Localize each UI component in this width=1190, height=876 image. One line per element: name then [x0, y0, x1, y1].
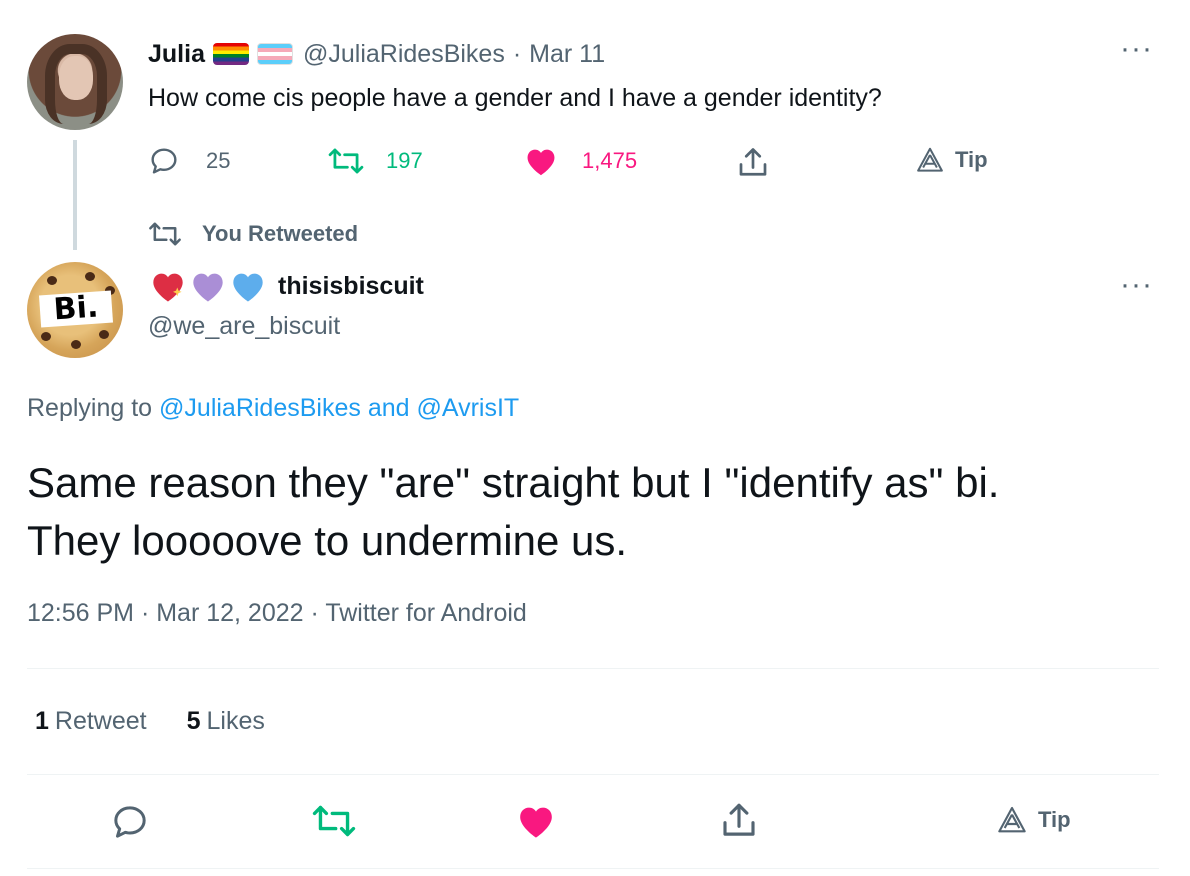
retweet-count: 197	[386, 148, 423, 173]
thread-line	[73, 140, 77, 250]
parent-author-name[interactable]: Julia	[148, 40, 205, 69]
rainbow-flag-icon	[212, 43, 249, 65]
like-button[interactable]	[516, 802, 556, 840]
retweet-icon	[149, 222, 181, 246]
share-button[interactable]	[718, 800, 760, 842]
parent-more-options-icon[interactable]: ···	[1120, 34, 1153, 64]
you-retweeted-indicator: You Retweeted	[148, 220, 358, 248]
share-icon	[739, 148, 767, 176]
retweet-button[interactable]	[312, 802, 356, 840]
retweets-stat[interactable]: 1 Retweet	[35, 707, 147, 736]
parent-retweet-button[interactable]: 197	[328, 145, 423, 177]
heart-icon	[520, 807, 552, 838]
reply-text-line: Same reason they "are" straight but I "i…	[27, 459, 1000, 506]
parent-reply-button[interactable]: 25	[148, 145, 230, 177]
replying-and: and	[360, 394, 417, 422]
parent-tip-button[interactable]: Tip	[915, 145, 988, 175]
cookie-chip	[47, 276, 57, 285]
avatar-face	[59, 56, 93, 100]
retweet-icon	[328, 148, 364, 174]
reply-more-options-icon[interactable]: ···	[1120, 270, 1153, 300]
reply-author-handle[interactable]: @we_are_biscuit	[148, 312, 340, 341]
parent-tweet-text: How come cis people have a gender and I …	[148, 84, 882, 112]
replying-prefix: Replying to	[27, 394, 160, 422]
tip-label: Tip	[955, 147, 988, 172]
divider	[27, 668, 1159, 669]
parent-tweet-date[interactable]: Mar 11	[529, 40, 605, 69]
parent-share-button[interactable]	[735, 145, 771, 181]
header-separator: ·	[512, 39, 522, 68]
engagement-stats: 1 Retweet 5 Likes	[35, 707, 265, 736]
cookie-chip	[41, 332, 51, 341]
likes-stat[interactable]: 5 Likes	[187, 707, 265, 736]
cookie-chip	[71, 340, 81, 349]
reply-text-line: They looooove to undermine us.	[27, 517, 628, 564]
cookie-chip	[99, 330, 109, 339]
avatar-bi-text: Bi.	[38, 289, 114, 328]
like-count: 1,475	[582, 148, 638, 173]
meta-separator: ·	[134, 599, 157, 627]
meta-separator: ·	[303, 599, 326, 627]
tip-icon	[998, 806, 1026, 833]
tip-icon	[917, 147, 943, 172]
heart-icon	[527, 149, 555, 176]
tweet-date[interactable]: Mar 12, 2022	[156, 599, 303, 627]
divider	[27, 868, 1159, 869]
reply-icon	[114, 806, 146, 838]
reply-author-name[interactable]: thisisbiscuit	[278, 272, 424, 301]
tip-button[interactable]: Tip	[996, 804, 1071, 836]
parent-author-handle[interactable]: @JuliaRidesBikes	[303, 40, 505, 69]
reply-button[interactable]	[110, 802, 150, 842]
reply-tweet-header: thisisbiscuit	[148, 268, 424, 304]
tweet-metadata: 12:56 PM · Mar 12, 2022 · Twitter for An…	[27, 599, 527, 628]
parent-tweet-header: Julia @JuliaRidesBikes · Mar 11	[148, 38, 605, 70]
cookie-chip	[85, 272, 95, 281]
purple-heart-icon	[193, 273, 223, 302]
mention-link[interactable]: @JuliaRidesBikes	[159, 394, 361, 422]
reply-count: 25	[206, 148, 231, 173]
tweet-time[interactable]: 12:56 PM	[27, 599, 134, 627]
tip-label: Tip	[1038, 807, 1071, 832]
retweet-icon	[312, 805, 356, 837]
mention-link[interactable]: @AvrisIT	[416, 394, 519, 422]
you-retweeted-label: You Retweeted	[202, 221, 359, 246]
sparkling-heart-icon	[153, 273, 183, 302]
replying-to: Replying to @JuliaRidesBikes and @AvrisI…	[27, 394, 519, 423]
blue-heart-icon	[233, 273, 263, 302]
transgender-flag-icon	[256, 43, 293, 65]
tweet-source: Twitter for Android	[325, 599, 527, 627]
julia-avatar[interactable]	[27, 34, 123, 130]
divider	[27, 774, 1159, 775]
biscuit-avatar[interactable]: Bi.	[27, 262, 123, 358]
reply-icon	[151, 148, 177, 174]
share-icon	[723, 803, 755, 836]
reply-tweet-text: Same reason they "are" straight but I "i…	[27, 454, 1157, 570]
parent-like-button[interactable]: 1,475	[524, 145, 637, 177]
